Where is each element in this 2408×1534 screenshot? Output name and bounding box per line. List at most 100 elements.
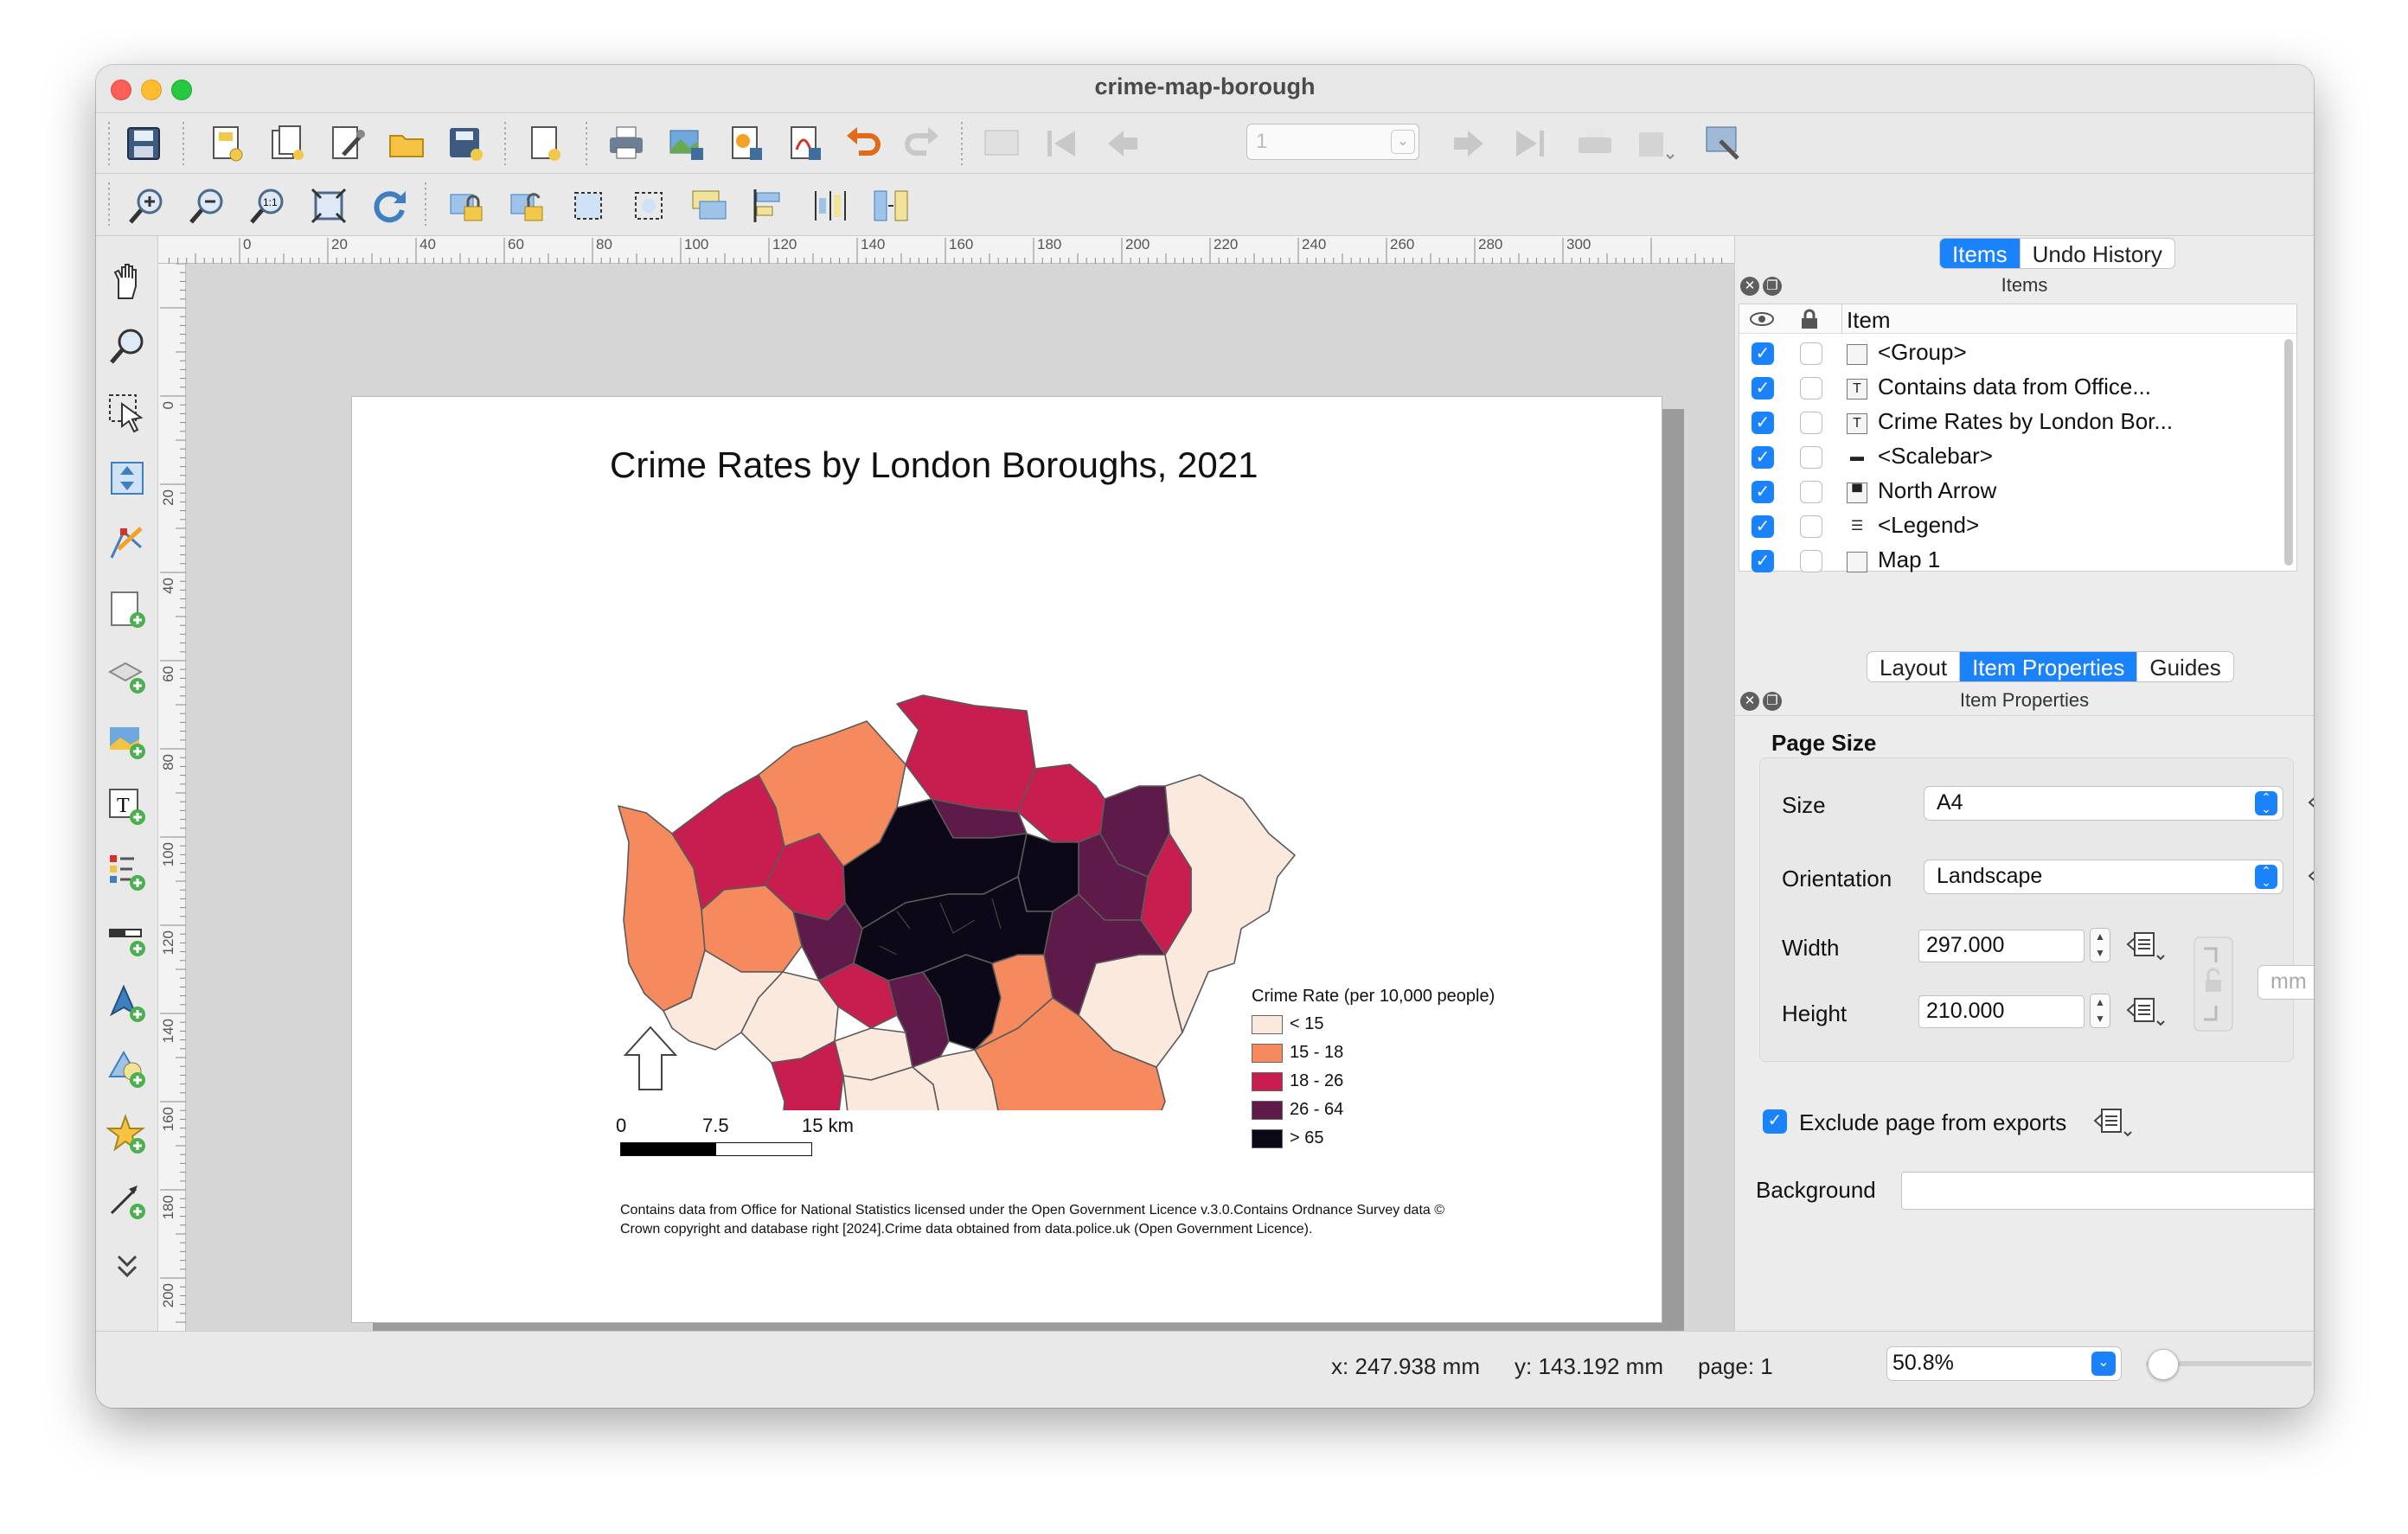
add-map-icon[interactable]: [106, 589, 148, 630]
map-title[interactable]: Crime Rates by London Boroughs, 2021: [610, 444, 1258, 486]
data-defined-override-icon[interactable]: [2091, 1106, 2135, 1141]
background-style-button[interactable]: [1901, 1172, 2314, 1210]
lock-checkbox[interactable]: [1800, 342, 1822, 365]
data-defined-override-icon[interactable]: [2124, 995, 2168, 1030]
save-template-icon[interactable]: [445, 124, 485, 163]
close-icon[interactable]: ✕: [1740, 277, 1759, 296]
lock-checkbox[interactable]: [1800, 377, 1822, 399]
lock-checkbox[interactable]: [1800, 481, 1822, 503]
lock-checkbox[interactable]: [1800, 515, 1822, 538]
items-scrollbar[interactable]: [2284, 339, 2293, 566]
add-label-icon[interactable]: T: [106, 786, 148, 828]
data-defined-override-icon[interactable]: [2306, 861, 2314, 896]
unlock-items-icon[interactable]: [508, 186, 548, 226]
float-icon[interactable]: ❐: [1763, 692, 1782, 711]
close-icon[interactable]: ✕: [1740, 692, 1759, 711]
zoom-in-icon[interactable]: [127, 186, 167, 226]
zoom-select[interactable]: 50.8% ⌄: [1886, 1346, 2122, 1381]
lock-aspect-ratio-icon[interactable]: [2193, 936, 2233, 1032]
data-defined-override-icon[interactable]: [2124, 930, 2168, 964]
atlas-first-icon[interactable]: [1042, 124, 1082, 163]
add-marker-icon[interactable]: [106, 1115, 148, 1156]
item-row[interactable]: ✓ T Contains data from Office...: [1739, 370, 2296, 405]
atlas-preview-icon[interactable]: [982, 124, 1021, 163]
edit-nodes-icon[interactable]: [106, 523, 148, 565]
north-arrow-icon[interactable]: [620, 1024, 681, 1093]
height-input[interactable]: 210.000: [1918, 995, 2085, 1028]
undo-icon[interactable]: [843, 124, 883, 163]
deselect-icon[interactable]: [629, 186, 669, 226]
visibility-checkbox[interactable]: ✓: [1752, 377, 1774, 399]
map-item[interactable]: [612, 548, 1355, 1110]
width-stepper[interactable]: ▲ ▼: [2090, 928, 2110, 962]
resize-icon[interactable]: [871, 186, 911, 226]
more-tools-icon[interactable]: [112, 1250, 143, 1281]
item-row[interactable]: ✓ ☰ <Legend>: [1739, 508, 2296, 543]
layout-canvas[interactable]: Crime Rates by London Boroughs, 2021 0 7…: [186, 264, 1734, 1336]
visibility-checkbox[interactable]: ✓: [1752, 481, 1774, 503]
move-content-icon[interactable]: [106, 457, 148, 499]
select-all-icon[interactable]: [568, 186, 608, 226]
data-defined-override-icon[interactable]: [2306, 788, 2314, 822]
tab-items[interactable]: Items: [1940, 239, 2021, 268]
add-arrow-icon[interactable]: [106, 1180, 148, 1222]
distribute-icon[interactable]: [810, 186, 850, 226]
add-picture-icon[interactable]: [106, 720, 148, 762]
atlas-last-icon[interactable]: [1509, 124, 1549, 163]
save-icon[interactable]: [124, 124, 163, 163]
attribution-label[interactable]: Contains data from Office for National S…: [620, 1201, 1537, 1239]
zoom-out-icon[interactable]: [188, 186, 227, 226]
add-north-arrow-icon[interactable]: [106, 983, 148, 1025]
visibility-checkbox[interactable]: ✓: [1752, 550, 1774, 572]
zoom-full-icon[interactable]: [309, 186, 349, 226]
open-template-icon[interactable]: [387, 124, 426, 163]
add-legend-icon[interactable]: [106, 852, 148, 893]
orientation-select[interactable]: Landscape ⌃ ⌄: [1924, 860, 2283, 894]
atlas-previous-icon[interactable]: [1103, 124, 1143, 163]
print-icon[interactable]: [606, 124, 646, 163]
atlas-export-icon[interactable]: [1636, 124, 1675, 163]
raise-items-icon[interactable]: [689, 186, 729, 226]
visibility-checkbox[interactable]: ✓: [1752, 342, 1774, 365]
lock-items-icon[interactable]: [447, 186, 487, 226]
export-pdf-icon[interactable]: [785, 124, 824, 163]
atlas-page-select[interactable]: 1 ⌄: [1246, 124, 1419, 160]
new-report-icon[interactable]: [525, 124, 565, 163]
item-row[interactable]: ✓ ▬ <Scalebar>: [1739, 439, 2296, 474]
height-stepper[interactable]: ▲ ▼: [2090, 994, 2110, 1028]
layout-page[interactable]: Crime Rates by London Boroughs, 2021 0 7…: [351, 396, 1662, 1323]
add-shape-icon[interactable]: [106, 1049, 148, 1090]
zoom-actual-icon[interactable]: 1:1: [248, 186, 288, 226]
align-icon[interactable]: [750, 186, 790, 226]
atlas-next-icon[interactable]: [1449, 124, 1489, 163]
redo-icon[interactable]: [902, 124, 942, 163]
tab-layout[interactable]: Layout: [1867, 652, 1961, 681]
export-svg-icon[interactable]: [726, 124, 765, 163]
item-row[interactable]: ✓ <Group>: [1739, 336, 2296, 370]
exclude-page-checkbox[interactable]: ✓: [1763, 1109, 1787, 1134]
atlas-print-icon[interactable]: [1575, 124, 1615, 163]
item-row[interactable]: ✓ ▀ North Arrow: [1739, 474, 2296, 508]
visibility-checkbox[interactable]: ✓: [1752, 515, 1774, 538]
layout-manager-icon[interactable]: [328, 124, 368, 163]
select-move-icon[interactable]: [106, 392, 148, 433]
lock-checkbox[interactable]: [1800, 446, 1822, 469]
zoom-slider-handle[interactable]: [2148, 1349, 2179, 1380]
tab-guides[interactable]: Guides: [2137, 652, 2232, 681]
visibility-checkbox[interactable]: ✓: [1752, 412, 1774, 434]
new-layout-icon[interactable]: [207, 124, 247, 163]
scalebar[interactable]: [620, 1142, 812, 1156]
items-list[interactable]: Item ✓ <Group> ✓ T Contains data from Offic…: [1739, 304, 2297, 572]
tab-undo-history[interactable]: Undo History: [2021, 239, 2174, 268]
item-row[interactable]: ✓ Map 1: [1739, 543, 2296, 578]
item-row[interactable]: ✓ T Crime Rates by London Bor...: [1739, 405, 2296, 439]
float-icon[interactable]: ❐: [1763, 277, 1782, 296]
duplicate-layout-icon[interactable]: [267, 124, 307, 163]
unit-select[interactable]: mm⌃⌄: [2258, 965, 2314, 1000]
width-input[interactable]: 297.000: [1918, 930, 2085, 962]
refresh-icon[interactable]: [369, 186, 409, 226]
visibility-checkbox[interactable]: ✓: [1752, 446, 1774, 469]
lock-checkbox[interactable]: [1800, 550, 1822, 572]
tab-item-properties[interactable]: Item Properties: [1960, 652, 2138, 681]
export-image-icon[interactable]: [667, 124, 707, 163]
